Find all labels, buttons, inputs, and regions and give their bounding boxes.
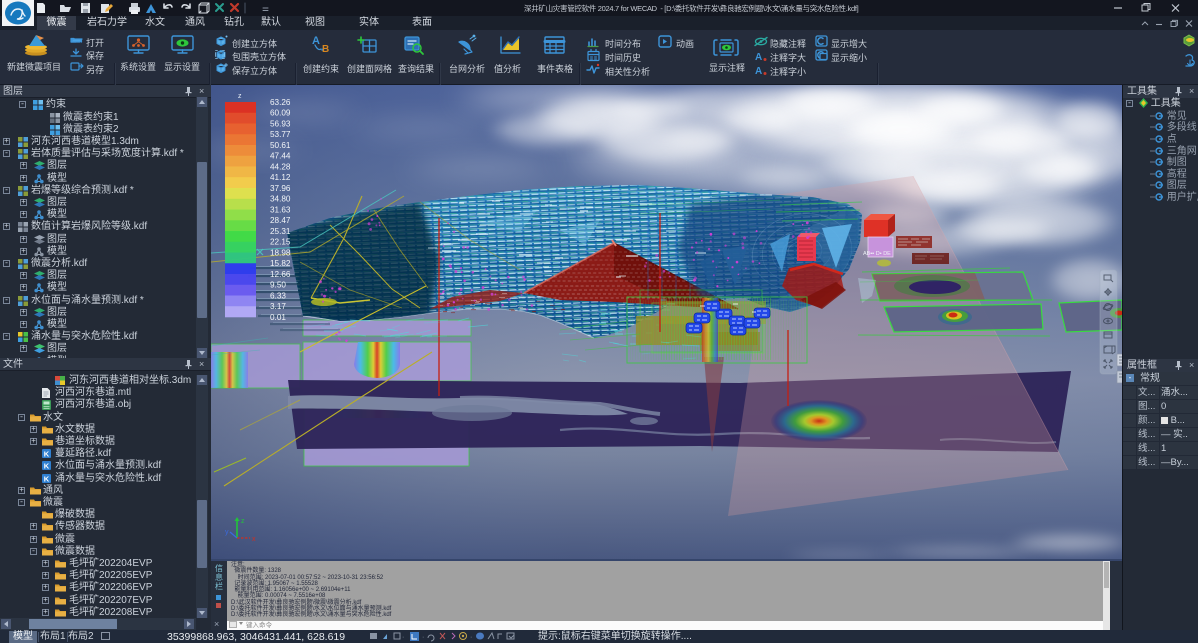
svg-text:56.93: 56.93 bbox=[270, 119, 291, 128]
svg-text:x: x bbox=[252, 536, 256, 543]
svg-text:53.77: 53.77 bbox=[270, 130, 291, 139]
svg-text:z: z bbox=[241, 518, 245, 525]
svg-text:44.28: 44.28 bbox=[270, 162, 291, 171]
svg-text:41.12: 41.12 bbox=[270, 173, 291, 182]
svg-text:37.96: 37.96 bbox=[270, 184, 291, 193]
svg-text:9.50: 9.50 bbox=[270, 281, 286, 290]
svg-text:18.98: 18.98 bbox=[270, 248, 291, 257]
svg-text:K: K bbox=[44, 475, 50, 484]
svg-text:25.31: 25.31 bbox=[270, 227, 291, 236]
svg-text:K: K bbox=[44, 450, 50, 459]
svg-text:63.26: 63.26 bbox=[270, 98, 291, 107]
svg-text:3.17: 3.17 bbox=[270, 302, 286, 311]
svg-text:6.33: 6.33 bbox=[270, 291, 286, 300]
svg-text:60.09: 60.09 bbox=[270, 109, 291, 118]
svg-text:34.80: 34.80 bbox=[270, 195, 291, 204]
svg-text:28.47: 28.47 bbox=[270, 216, 291, 225]
svg-text:y: y bbox=[225, 529, 229, 536]
svg-text:22.15: 22.15 bbox=[270, 238, 291, 247]
svg-text:50.61: 50.61 bbox=[270, 141, 291, 150]
svg-text:B: B bbox=[322, 44, 329, 55]
svg-text:15.82: 15.82 bbox=[270, 259, 291, 268]
svg-text:AB▪▪ D• DE: AB▪▪ D• DE bbox=[863, 251, 891, 257]
svg-text:A: A bbox=[755, 66, 762, 77]
svg-text:12.66: 12.66 bbox=[270, 270, 291, 279]
svg-text:·: · bbox=[422, 634, 424, 641]
svg-text:·: · bbox=[470, 634, 472, 641]
svg-text:0.01: 0.01 bbox=[270, 313, 286, 322]
svg-text:z: z bbox=[238, 93, 242, 100]
svg-text:·: · bbox=[402, 634, 404, 641]
svg-text:47.44: 47.44 bbox=[270, 152, 291, 161]
svg-text:A: A bbox=[312, 35, 320, 47]
svg-text:31.63: 31.63 bbox=[270, 205, 291, 214]
svg-text:A: A bbox=[755, 52, 762, 63]
svg-text:K: K bbox=[44, 462, 50, 471]
